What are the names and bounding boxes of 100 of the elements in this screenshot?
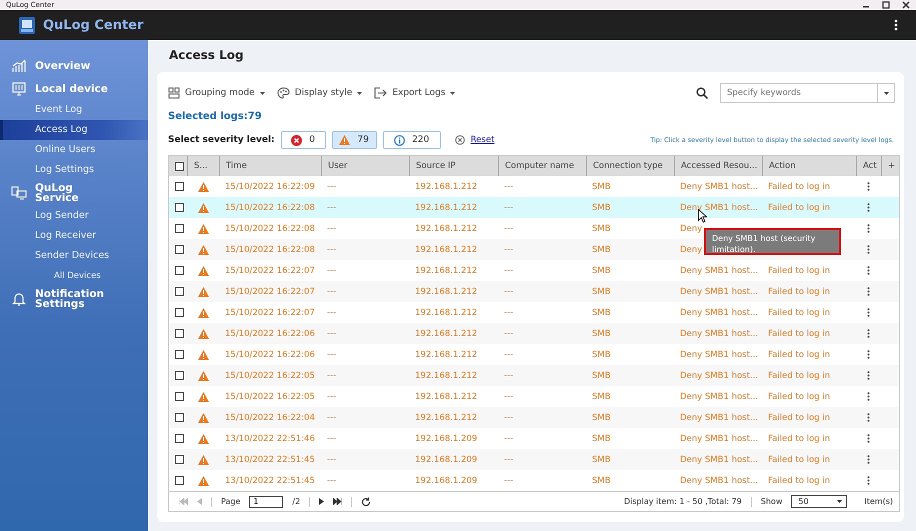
table-cell: ---	[504, 370, 514, 380]
more-menu-icon[interactable]	[894, 19, 898, 31]
checkbox[interactable]	[175, 392, 184, 401]
chart-icon	[11, 58, 27, 72]
table-cell: Failed to log in	[768, 370, 830, 380]
table-cell: ---	[504, 392, 514, 402]
table-row[interactable]: 15/10/2022 16:22:08 --- 192.168.1.212 --- SMB Deny SMB1 host... Failed to log in	[169, 197, 899, 218]
table-cell: ---	[504, 182, 514, 192]
sidebar-item[interactable]: Log Receiver	[0, 226, 148, 246]
table-cell: ---	[327, 308, 336, 318]
more-menu-icon[interactable]	[867, 371, 870, 380]
severity-button[interactable]: 220	[382, 131, 441, 149]
checkbox[interactable]	[175, 162, 184, 170]
table-row[interactable]: 13/10/2022 22:51:45 --- 192.168.1.209 --- SMB Deny SMB1 host... Failed to log in	[169, 449, 899, 470]
warning-icon	[198, 392, 208, 402]
dropdown-button[interactable]	[877, 83, 895, 103]
table-cell: 15/10/2022 16:22:08	[225, 202, 315, 212]
table-cell: 192.168.1.209	[415, 454, 478, 464]
table-cell: 15/10/2022 16:22:05	[225, 392, 315, 402]
checkbox[interactable]	[175, 308, 184, 317]
error-icon	[291, 134, 302, 146]
table-cell: Deny	[680, 224, 702, 234]
sidebar-item[interactable]: Sender Devices	[0, 246, 148, 266]
checkbox[interactable]	[175, 413, 184, 422]
checkbox[interactable]	[175, 476, 184, 485]
table-cell: SMB	[592, 266, 611, 276]
refresh-icon[interactable]	[361, 496, 372, 506]
more-menu-icon[interactable]	[867, 329, 870, 338]
checkbox[interactable]	[175, 329, 184, 338]
table-cell: Failed to log in	[768, 476, 830, 486]
sidebar-item[interactable]: Online Users	[0, 140, 148, 160]
sidebar-item[interactable]: Log Sender	[0, 206, 148, 226]
page-size-dropdown[interactable]: 50	[791, 495, 848, 508]
sidebar-section[interactable]: Notification Settings	[0, 286, 148, 312]
more-menu-icon[interactable]	[867, 308, 870, 317]
warning-icon	[198, 434, 208, 444]
checkbox[interactable]	[175, 434, 184, 443]
bell-icon	[11, 292, 27, 306]
sidebar-section[interactable]: Overview	[0, 54, 148, 77]
checkbox[interactable]	[175, 266, 184, 275]
close-icon[interactable]	[902, 1, 910, 9]
more-menu-icon[interactable]	[867, 266, 870, 275]
toolbar-menu[interactable]: Display style	[276, 87, 362, 99]
next-page-icon[interactable]	[319, 498, 324, 505]
severity-button[interactable]: 79	[332, 131, 377, 149]
table-cell: Deny SMB1 host...	[680, 286, 758, 296]
checkbox[interactable]	[175, 371, 184, 380]
sidebar-item[interactable]: Event Log	[0, 100, 148, 120]
checkbox[interactable]	[175, 350, 184, 359]
more-menu-icon[interactable]	[867, 455, 870, 464]
more-menu-icon[interactable]	[867, 287, 870, 296]
more-menu-icon[interactable]	[867, 182, 870, 191]
table-cell: 15/10/2022 16:22:05	[225, 370, 315, 380]
more-menu-icon[interactable]	[867, 434, 870, 443]
table-row[interactable]: 15/10/2022 16:22:06 --- 192.168.1.212 --- SMB Deny SMB1 host... Failed to log in	[169, 323, 899, 344]
more-menu-icon[interactable]	[867, 392, 870, 401]
table-cell: SMB	[592, 350, 611, 360]
maximize-icon[interactable]	[882, 1, 890, 9]
sidebar-item[interactable]: All Devices	[0, 266, 148, 286]
checkbox[interactable]	[175, 182, 184, 191]
more-menu-icon[interactable]	[867, 413, 870, 422]
table-cell: 192.168.1.212	[415, 328, 478, 338]
checkbox[interactable]	[175, 287, 184, 296]
table-cell: 192.168.1.212	[415, 308, 478, 318]
table-cell: ---	[504, 476, 514, 486]
more-menu-icon[interactable]	[867, 224, 870, 233]
checkbox[interactable]	[175, 224, 184, 233]
sidebar-item[interactable]: Log Settings	[0, 160, 148, 180]
table-cell: ---	[327, 328, 336, 338]
more-menu-icon[interactable]	[867, 245, 870, 254]
table-row[interactable]: 15/10/2022 16:22:04 --- 192.168.1.212 --- SMB Deny SMB1 host... Failed to log in	[169, 407, 899, 428]
table-cell: Failed to log in	[768, 434, 830, 444]
table-cell: 192.168.1.212	[415, 350, 478, 360]
table-cell: SMB	[592, 202, 611, 212]
sidebar-section[interactable]: QuLog Service	[0, 180, 148, 206]
sidebar-item[interactable]: Access Log	[0, 120, 148, 140]
page-field[interactable]: 1	[249, 496, 284, 508]
search-field[interactable]: Specify keywords	[720, 83, 877, 103]
table-row[interactable]: 15/10/2022 16:22:05 --- 192.168.1.212 --- SMB Deny SMB1 host... Failed to log in	[169, 365, 899, 386]
reset-link[interactable]: Reset	[470, 135, 494, 145]
table-cell: ---	[504, 266, 514, 276]
table-cell: SMB	[592, 454, 611, 464]
table-cell: ---	[504, 350, 514, 360]
more-menu-icon[interactable]	[867, 350, 870, 359]
table-cell: ---	[327, 244, 336, 254]
table-cell: Deny	[680, 244, 702, 254]
severity-button[interactable]: 0	[280, 131, 326, 149]
more-menu-icon[interactable]	[867, 476, 870, 485]
checkbox[interactable]	[175, 203, 184, 212]
more-menu-icon[interactable]	[867, 203, 870, 212]
sidebar-section[interactable]: Local device	[0, 77, 148, 100]
table-row[interactable]: 15/10/2022 16:22:07 --- 192.168.1.212 --- SMB Deny SMB1 host... Failed to log in	[169, 281, 899, 302]
toolbar-menu[interactable]: Export Logs	[374, 87, 456, 99]
last-page-icon[interactable]	[333, 498, 342, 505]
checkbox[interactable]	[175, 245, 184, 254]
warning-icon	[198, 412, 208, 422]
warning-icon	[198, 202, 208, 212]
table-cell: Failed to log in	[768, 454, 830, 464]
checkbox[interactable]	[175, 455, 184, 464]
toolbar-menu[interactable]: Grouping mode	[168, 87, 265, 99]
